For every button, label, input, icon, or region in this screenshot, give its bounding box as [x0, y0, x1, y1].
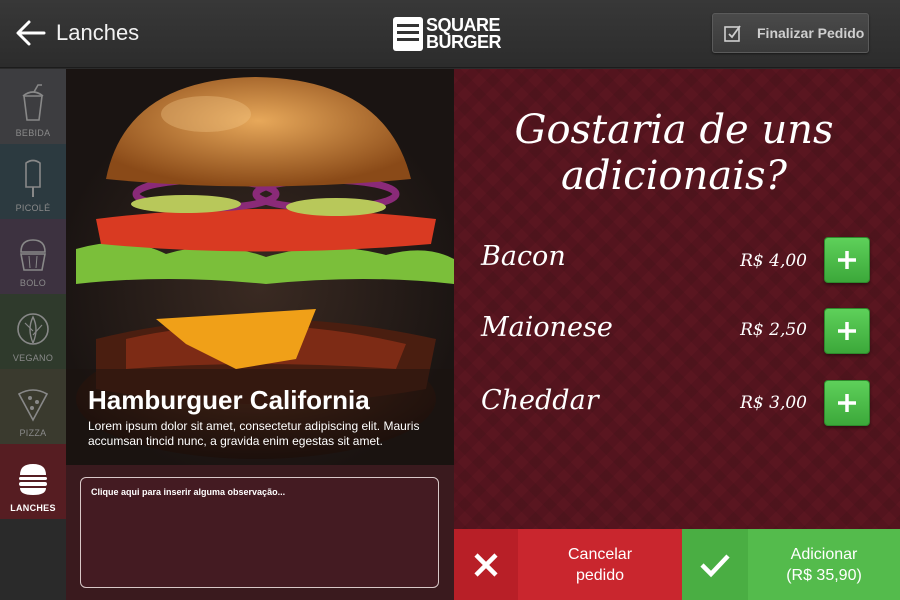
- cancel-line-2: pedido: [575, 566, 625, 584]
- category-picole[interactable]: PICOLÉ: [0, 144, 66, 219]
- pizza-icon: [17, 389, 49, 422]
- cancel-line-1: Cancelar: [567, 545, 633, 563]
- category-vegano[interactable]: VEGANO: [0, 294, 66, 369]
- confirm-line-1: Adicionar: [790, 545, 858, 563]
- logo-mark-icon: [393, 17, 423, 51]
- add-to-order-button[interactable]: Adicionar (R$ 35,90): [682, 529, 900, 600]
- cancel-order-button[interactable]: Cancelar pedido: [454, 529, 682, 600]
- product-name: Hamburguer California: [88, 385, 370, 415]
- category-lanches[interactable]: LANCHES: [0, 444, 66, 519]
- category-bolo[interactable]: BOLO: [0, 219, 66, 294]
- page-title: Lanches: [56, 20, 140, 45]
- close-icon-box: [454, 529, 518, 600]
- product-description: Lorem ipsum dolor sit amet, consectetur …: [88, 419, 420, 448]
- add-bacon-button[interactable]: [824, 237, 870, 283]
- category-label: LANCHES: [10, 503, 56, 513]
- category-label: BEBIDA: [15, 128, 51, 138]
- category-bebida[interactable]: BEBIDA: [0, 69, 66, 144]
- addon-name-cheddar: Cheddar: [481, 385, 599, 416]
- close-icon: [474, 552, 498, 577]
- addons-panel: Gostaria de uns adicionais? Bacon R$ 4,0…: [454, 69, 900, 529]
- category-pizza[interactable]: PIZZA: [0, 369, 66, 444]
- confirm-line-2: (R$ 35,90): [786, 566, 862, 584]
- category-label: PICOLÉ: [15, 203, 51, 213]
- back-button[interactable]: [14, 16, 48, 50]
- lettuce-icon: [17, 313, 49, 345]
- addon-price-maionese: R$ 2,50: [740, 320, 807, 340]
- plus-icon: [838, 394, 856, 412]
- product-photo: Hamburguer California Lorem ipsum dolor …: [66, 69, 454, 465]
- addon-name-bacon: Bacon: [481, 241, 566, 272]
- plus-icon: [838, 251, 856, 269]
- logo: SQUARE BURGER: [393, 15, 502, 52]
- add-cheddar-button[interactable]: [824, 380, 870, 426]
- category-sidebar: BEBIDA PICOLÉ BOLO VEGANO PIZZA LANCHES: [0, 69, 66, 600]
- product-panel: Hamburguer California Lorem ipsum dolor …: [66, 69, 454, 600]
- burger-icon: [19, 464, 47, 495]
- checkbox-icon: [724, 25, 741, 42]
- check-icon-box: [682, 529, 748, 600]
- add-maionese-button[interactable]: [824, 308, 870, 354]
- cup-icon: [22, 84, 44, 121]
- category-label: BOLO: [19, 278, 47, 288]
- logo-text: SQUARE BURGER: [426, 15, 502, 52]
- addon-price-cheddar: R$ 3,00: [740, 393, 807, 413]
- finish-order-label: Finalizar Pedido: [757, 25, 865, 41]
- add-to-order-label: Adicionar (R$ 35,90): [748, 529, 900, 600]
- category-label: PIZZA: [19, 428, 47, 438]
- arrow-left-icon: [16, 20, 46, 46]
- check-icon: [700, 553, 730, 577]
- addon-name-maionese: Maionese: [481, 312, 613, 343]
- addons-title: Gostaria de uns adicionais?: [514, 107, 834, 199]
- notes-input[interactable]: [80, 477, 439, 588]
- cancel-order-label: Cancelar pedido: [518, 529, 682, 600]
- cupcake-icon: [20, 239, 46, 271]
- finish-order-button[interactable]: Finalizar Pedido: [712, 13, 869, 53]
- popsicle-icon: [25, 159, 41, 197]
- top-bar: Lanches SQUARE BURGER Finalizar Pedido: [0, 0, 900, 68]
- plus-icon: [838, 322, 856, 340]
- category-label: VEGANO: [12, 353, 54, 363]
- addon-price-bacon: R$ 4,00: [740, 251, 807, 271]
